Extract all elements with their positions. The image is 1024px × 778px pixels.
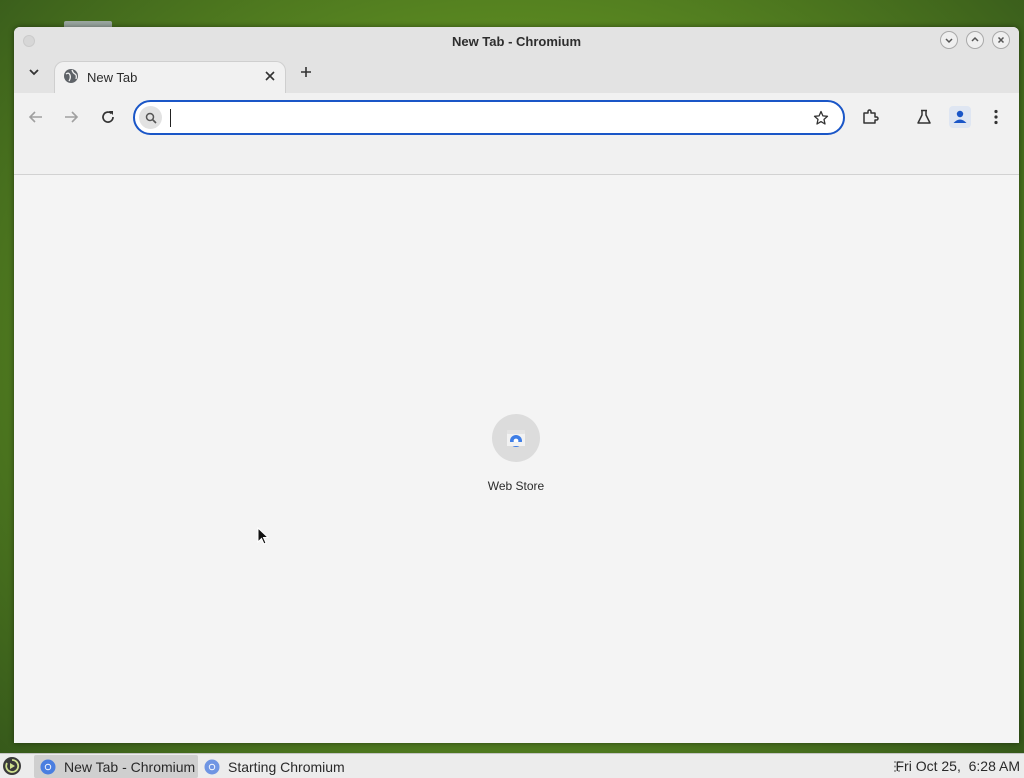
reload-button[interactable]	[94, 103, 122, 131]
window-title: New Tab - Chromium	[451, 34, 582, 49]
browser-window: New Tab - Chromium New Tab Web Store	[14, 27, 1019, 743]
new-tab-page: Web Store	[14, 176, 1019, 743]
start-menu-button[interactable]	[1, 755, 23, 777]
title-bar: New Tab - Chromium	[14, 27, 1019, 55]
address-bar[interactable]	[133, 100, 845, 135]
back-button[interactable]	[22, 103, 50, 131]
forward-arrow-icon	[65, 111, 79, 123]
tab-new-tab[interactable]: New Tab	[54, 61, 286, 95]
clock[interactable]: Fri Oct 25, 6:28 AM	[896, 758, 1021, 774]
menu-button[interactable]	[982, 103, 1010, 131]
back-arrow-icon	[28, 111, 42, 123]
shortcut-label: Web Store	[487, 479, 545, 493]
search-icon	[139, 106, 162, 129]
maximize-button[interactable]	[966, 31, 984, 49]
app-menu-icon	[3, 757, 21, 775]
minimize-icon	[945, 38, 953, 44]
web-store-icon	[492, 414, 540, 462]
shortcut-web-store[interactable]: Web Store	[473, 414, 559, 496]
star-icon	[813, 110, 829, 125]
tab-strip: New Tab	[14, 55, 1019, 95]
close-window-button[interactable]	[992, 31, 1010, 49]
minimize-button[interactable]	[940, 31, 958, 49]
taskbar: New Tab - Chromium Starting Chromium Fri…	[0, 753, 1024, 778]
tab-label: New Tab	[87, 70, 138, 85]
tab-close-button[interactable]	[261, 67, 279, 85]
mouse-cursor-icon	[257, 527, 270, 545]
address-input[interactable]	[169, 105, 799, 130]
chromium-icon	[204, 759, 220, 774]
new-tab-button[interactable]	[294, 60, 318, 84]
plus-icon	[301, 67, 311, 77]
chromium-icon	[40, 759, 56, 774]
reload-icon	[102, 111, 114, 123]
chevron-down-icon	[29, 69, 39, 76]
profile-icon	[949, 106, 971, 128]
taskbar-item-new-tab[interactable]: New Tab - Chromium	[34, 755, 198, 778]
menu-dots-icon	[994, 109, 998, 125]
tab-search-button[interactable]	[22, 60, 46, 84]
taskbar-item-label: New Tab - Chromium	[64, 758, 196, 775]
browser-toolbar	[14, 93, 1019, 175]
labs-flask-icon	[917, 109, 931, 124]
extensions-icon	[863, 109, 879, 124]
text-caret	[170, 109, 171, 127]
close-icon	[265, 71, 275, 81]
extensions-button[interactable]	[856, 103, 884, 131]
globe-icon	[64, 69, 78, 83]
taskbar-item-label: Starting Chromium	[228, 758, 345, 775]
bookmark-star-button[interactable]	[811, 108, 831, 128]
taskbar-item-starting-chromium[interactable]: Starting Chromium	[198, 755, 358, 778]
close-icon	[997, 36, 1005, 44]
maximize-icon	[971, 36, 979, 42]
forward-button[interactable]	[57, 103, 85, 131]
labs-button[interactable]	[910, 103, 938, 131]
profile-button[interactable]	[946, 103, 974, 131]
